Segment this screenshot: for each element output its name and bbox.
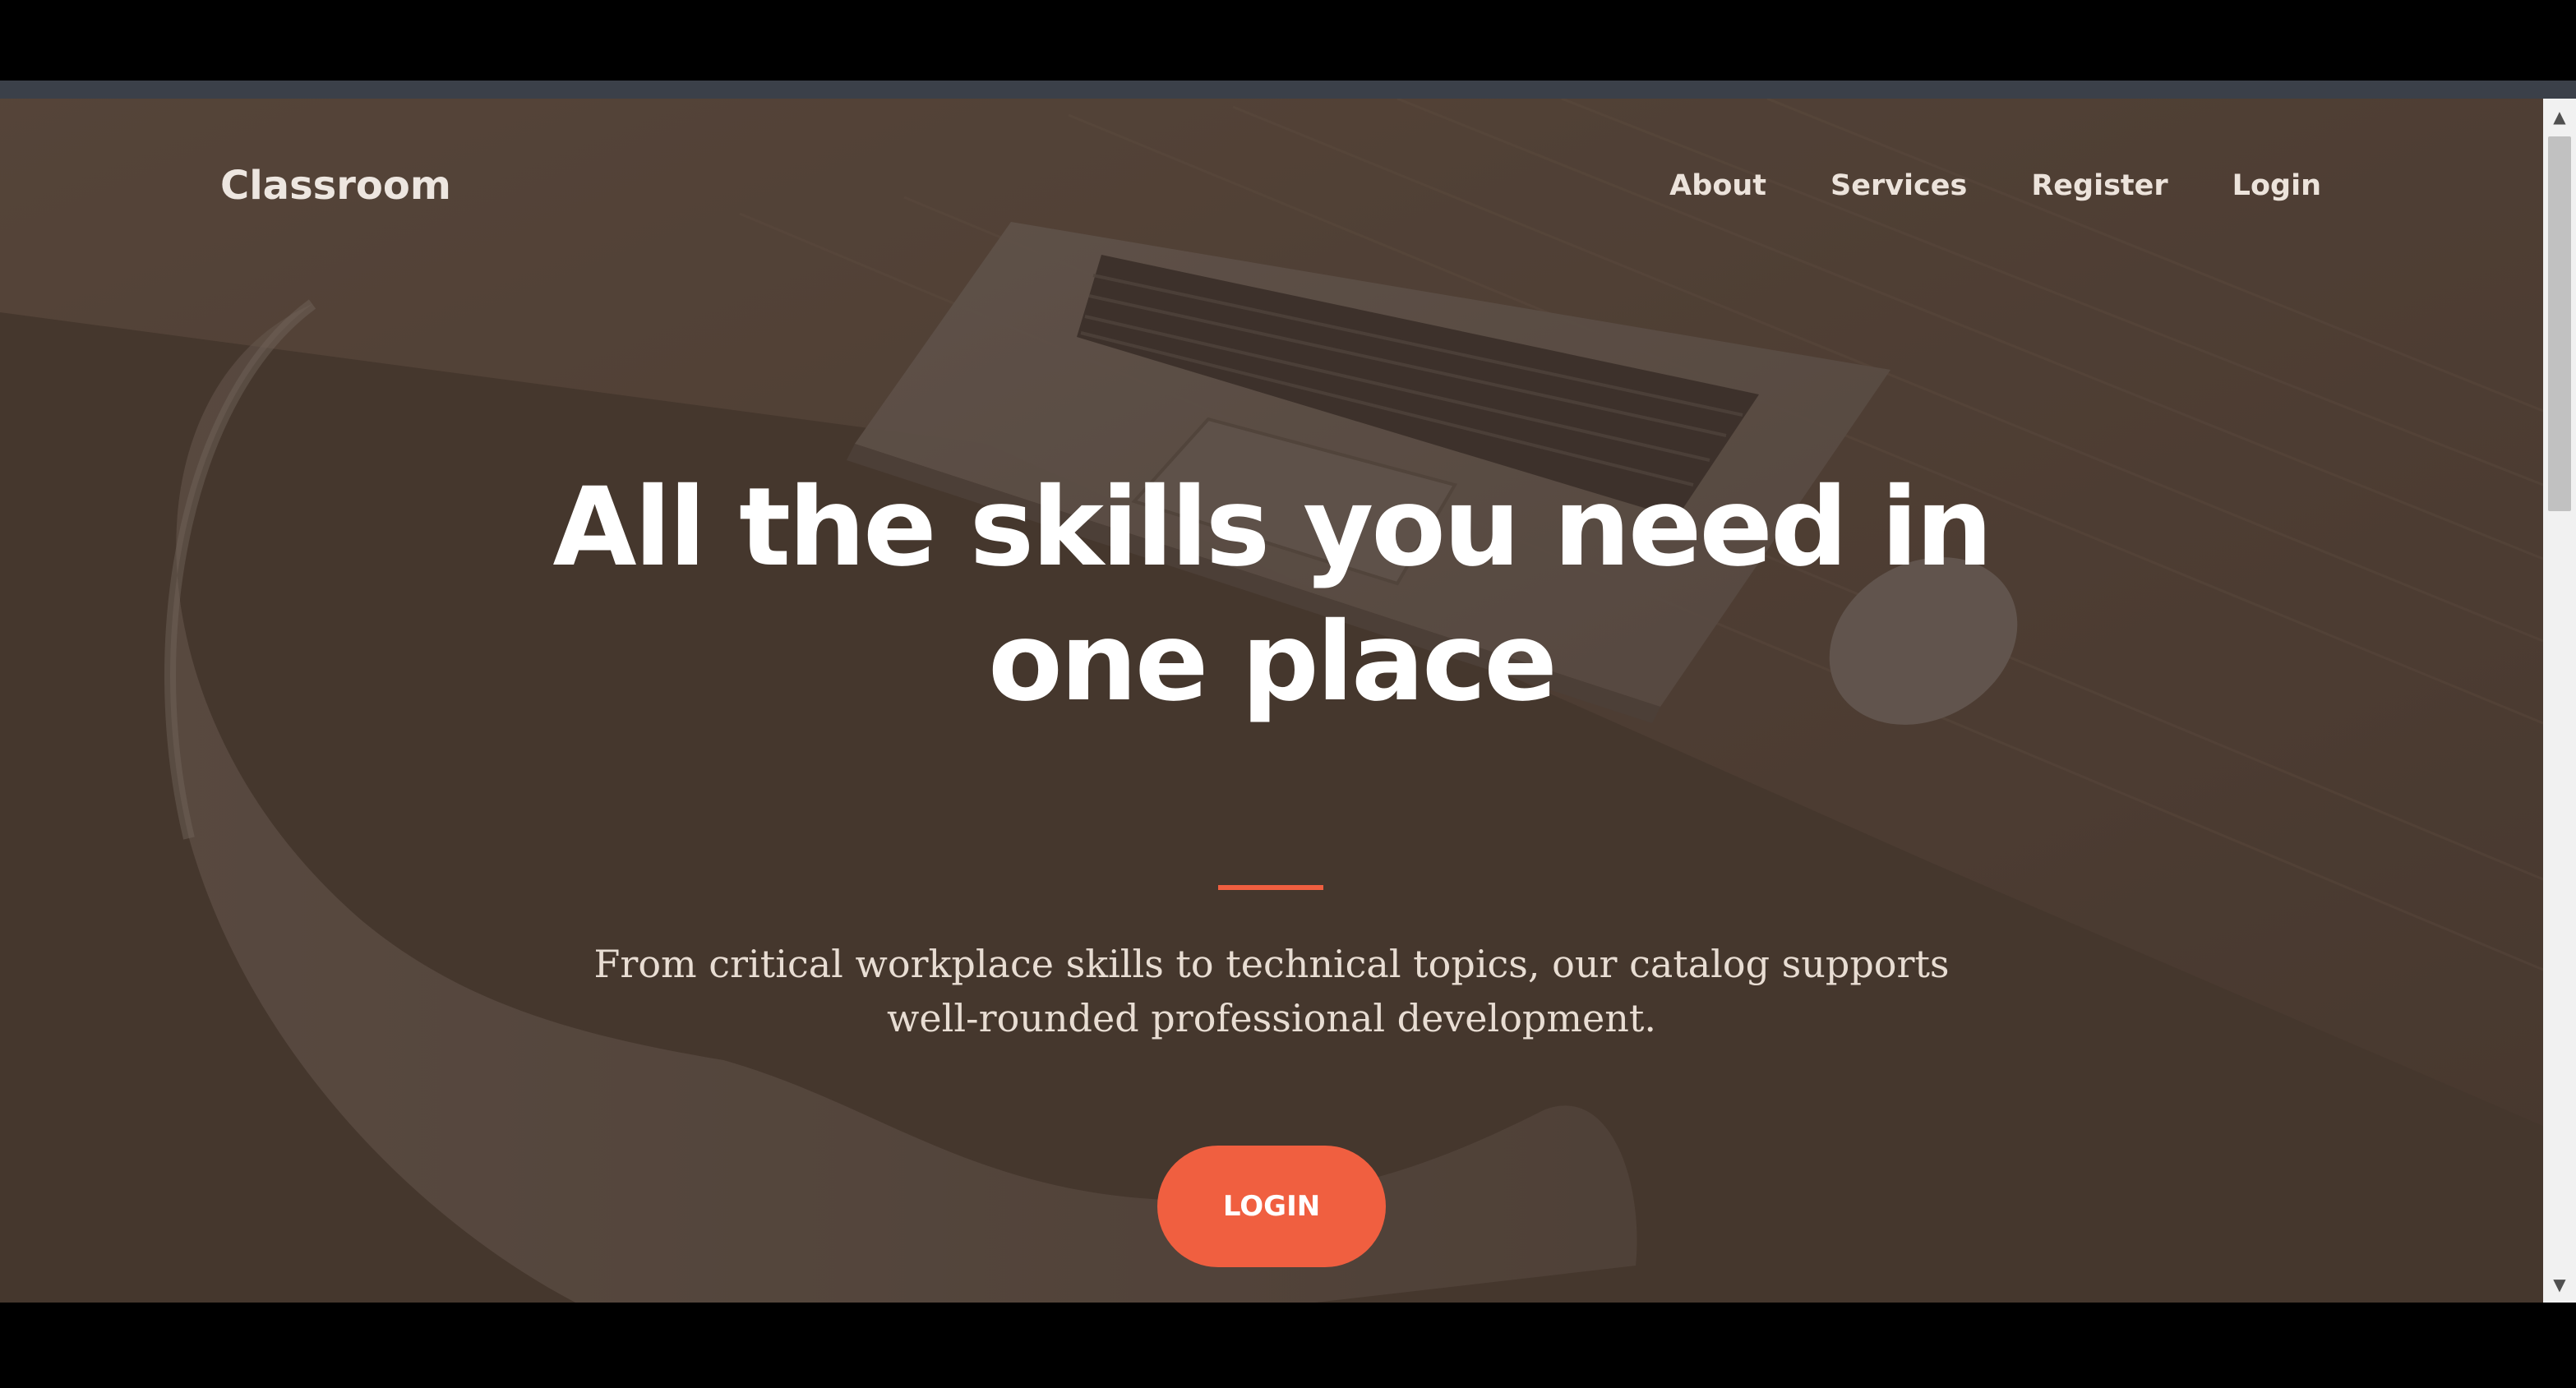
main-nav: About Services Register Login (1669, 145, 2321, 227)
hero-title-line-1: All the skills you need in (552, 464, 1992, 591)
letterbox-bottom (0, 1303, 2576, 1388)
hero-divider (1218, 885, 1323, 890)
letterbox-top (0, 0, 2576, 81)
page-viewport: Classroom About Services Register Login … (0, 99, 2543, 1303)
nav-link-services[interactable]: Services (1830, 169, 1967, 202)
hero-subtitle: From critical workplace skills to techni… (573, 937, 1970, 1045)
hero-subtitle-line-2: well-rounded professional development. (887, 996, 1656, 1040)
scroll-up-arrow-icon[interactable]: ▲ (2543, 100, 2576, 133)
browser-top-strip (0, 81, 2576, 99)
hero-login-button[interactable]: LOGIN (1157, 1146, 1386, 1267)
scrollbar-thumb[interactable] (2548, 136, 2571, 511)
hero-title-line-2: one place (988, 599, 1558, 726)
hero-overlay: Classroom About Services Register Login … (0, 99, 2543, 1303)
hero-title: All the skills you need in one place (450, 460, 2094, 730)
hero-subtitle-line-1: From critical workplace skills to techni… (593, 942, 1950, 986)
scroll-down-arrow-icon[interactable]: ▼ (2543, 1268, 2576, 1301)
nav-link-register[interactable]: Register (2031, 169, 2167, 202)
nav-link-about[interactable]: About (1669, 169, 1766, 202)
nav-link-login[interactable]: Login (2232, 169, 2321, 202)
vertical-scrollbar[interactable]: ▲ ▼ (2543, 99, 2576, 1303)
brand-logo[interactable]: Classroom (220, 145, 451, 227)
